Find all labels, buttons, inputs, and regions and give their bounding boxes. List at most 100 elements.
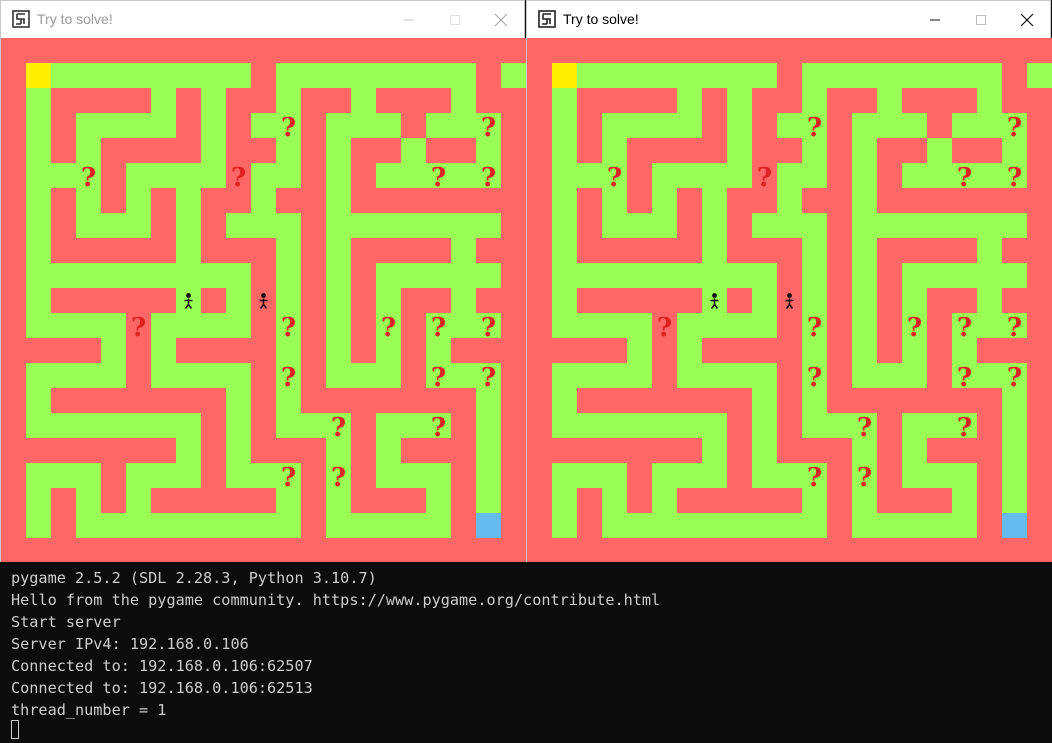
maze-path-cell [652,463,677,488]
maze-canvas[interactable]: ?????????????????? [1,38,526,563]
maze-path-cell [602,513,627,538]
minimize-button[interactable] [912,1,958,38]
maze-path-cell [451,213,476,238]
maze-path-cell [752,288,777,313]
maze-path-cell [426,213,451,238]
maze-path-cell [301,413,326,438]
maze-path-cell [101,263,126,288]
maze-path-cell [552,313,577,338]
maze-path-cell [927,263,952,288]
maze-path-cell [727,63,752,88]
question-mark: ? [81,163,96,193]
pygame-app-icon [12,10,30,28]
minimize-button[interactable] [386,1,432,38]
close-button[interactable] [1004,1,1050,38]
maze-path-cell [1002,438,1027,463]
maze-path-cell [376,263,401,288]
maze-path-cell [577,313,602,338]
maze-path-cell [727,363,752,388]
maze-path-cell [476,463,501,488]
maze-path-cell [702,63,727,88]
maze-path-cell [176,463,201,488]
maze-path-cell [552,238,577,263]
maze-path-cell [877,63,902,88]
console-line: Connected to: 192.168.0.106:62513 [11,679,313,697]
maze-path-cell [201,138,226,163]
maze-board[interactable]: ?????????????????? [527,38,1052,563]
maze-path-cell [902,163,927,188]
maze-path-cell [51,363,76,388]
maze-path-cell [677,263,702,288]
maze-path-cell [451,63,476,88]
maze-path-cell [752,263,777,288]
maze-path-cell [226,388,251,413]
maze-path-cell [201,113,226,138]
question-mark: ? [1007,363,1022,393]
maze-path-cell [977,238,1002,263]
question-mark: ? [957,163,972,193]
maze-path-cell [702,438,727,463]
maze-path-cell [702,313,727,338]
maximize-button[interactable] [432,1,478,38]
maze-path-cell [802,88,827,113]
maze-path-cell [752,413,777,438]
maze-path-cell [151,463,176,488]
close-button[interactable] [478,1,524,38]
maze-start-cell [552,63,577,88]
maze-path-cell [552,288,577,313]
maze-path-cell [1002,213,1027,238]
maze-path-cell [552,188,577,213]
maze-path-cell [376,163,401,188]
close-icon [494,13,508,26]
minimize-icon [930,19,940,20]
maze-path-cell [952,213,977,238]
minimize-icon [404,19,414,20]
maze-path-cell [627,213,652,238]
maze-path-cell [927,213,952,238]
title-bar[interactable]: Try to solve! [527,1,1050,38]
maze-path-cell [977,263,1002,288]
maximize-button[interactable] [958,1,1004,38]
maze-path-cell [602,363,627,388]
maze-path-cell [26,113,51,138]
maze-path-cell [952,513,977,538]
maze-path-cell [602,138,627,163]
question-mark: ? [281,113,296,143]
maze-path-cell [852,363,877,388]
maze-path-cell [752,438,777,463]
maze-path-cell [852,263,877,288]
maze-path-cell [451,113,476,138]
maze-path-cell [251,163,276,188]
maze-path-cell [76,138,101,163]
maze-path-cell [26,238,51,263]
maze-path-cell [902,438,927,463]
maze-board[interactable]: ?????????????????? [1,38,526,563]
console-lines: pygame 2.5.2 (SDL 2.28.3, Python 3.10.7)… [11,567,660,721]
question-mark: ? [431,363,446,393]
maze-path-cell [176,263,201,288]
maze-path-cell [927,138,952,163]
maze-canvas[interactable]: ?????????????????? [527,38,1052,563]
pygame-app-icon [538,10,556,28]
maze-path-cell [752,463,777,488]
maze-path-cell [952,263,977,288]
maze-path-cell [151,88,176,113]
maze-path-cell [902,363,927,388]
game-window-right[interactable]: Try to solve! ?????????????????? [526,0,1052,563]
maze-path-cell [226,363,251,388]
maze-path-cell [326,288,351,313]
maze-path-cell [752,313,777,338]
question-mark: ? [807,363,822,393]
maze-path-cell [451,88,476,113]
maze-path-cell [602,263,627,288]
terminal-output[interactable]: pygame 2.5.2 (SDL 2.28.3, Python 3.10.7)… [0,562,1052,743]
game-window-left[interactable]: Try to solve! ?????????????????? [0,0,526,563]
title-bar[interactable]: Try to solve! [1,1,524,38]
maze-path-cell [952,488,977,513]
maze-path-cell [226,463,251,488]
maze-path-cell [702,463,727,488]
maze-path-cell [577,413,602,438]
maze-path-cell [927,463,952,488]
question-mark: ? [131,313,146,343]
maze-path-cell [401,263,426,288]
